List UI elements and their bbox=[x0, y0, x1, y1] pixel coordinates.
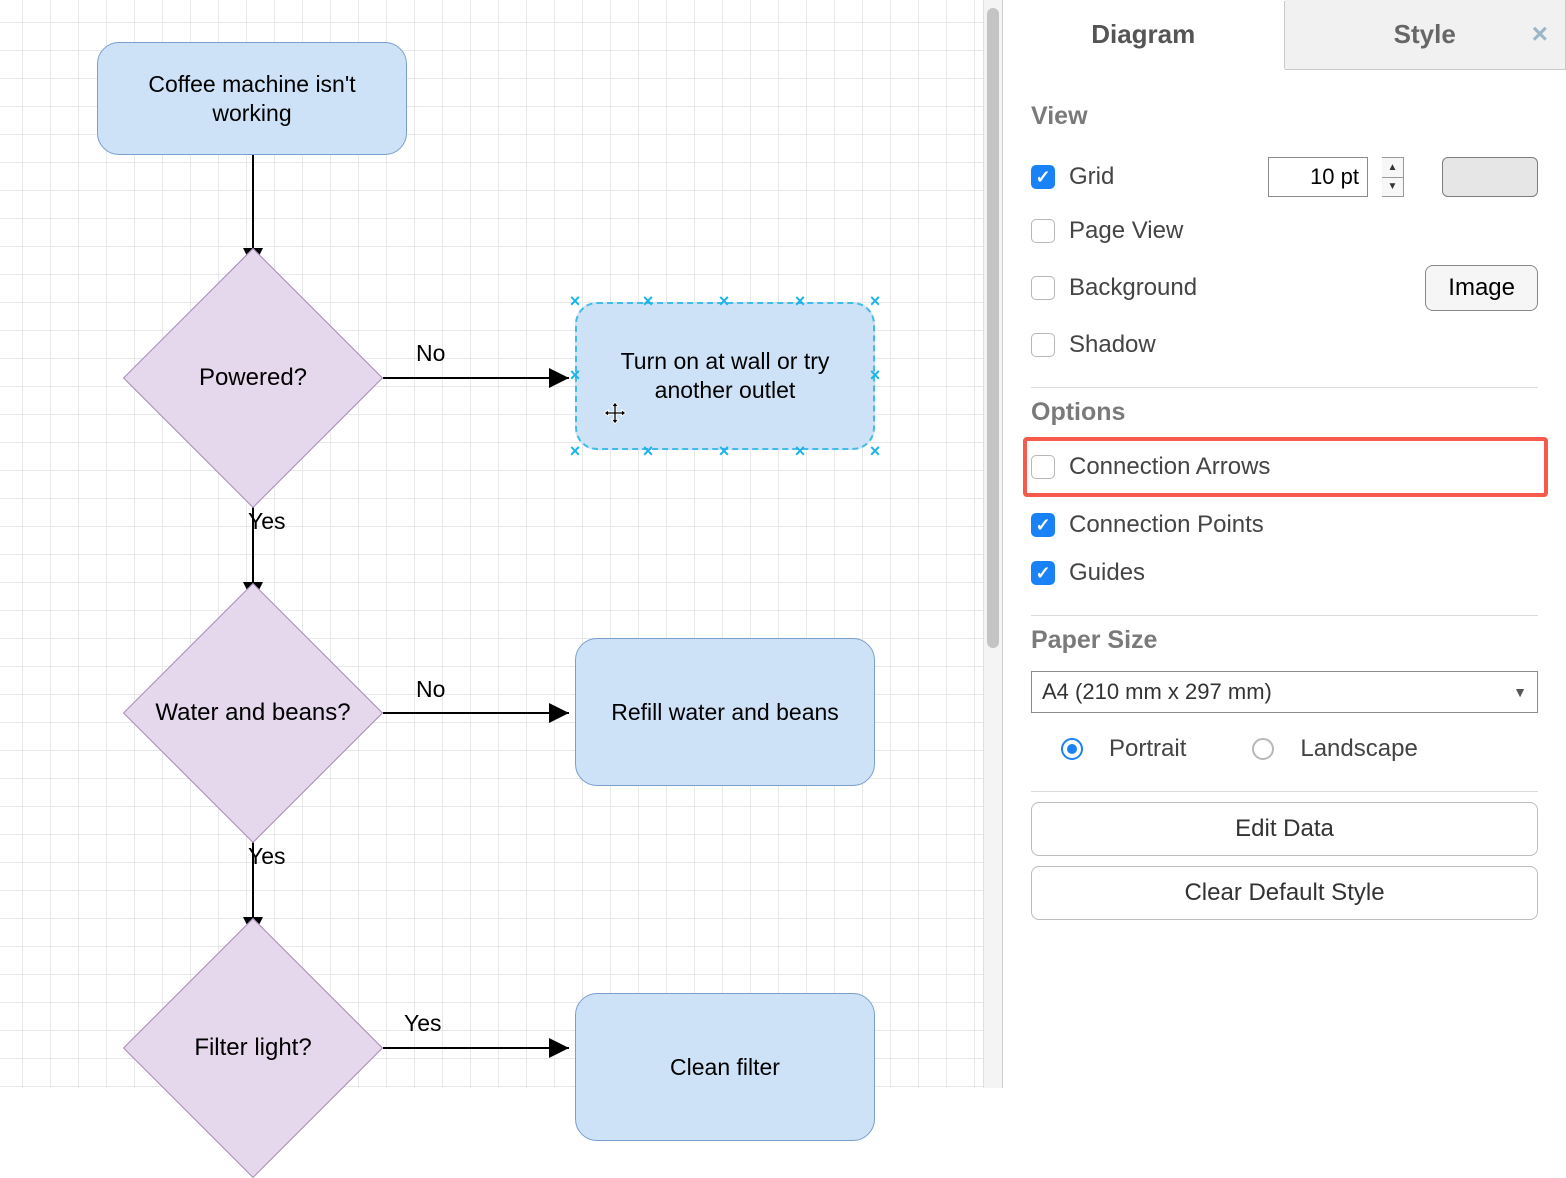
node-refill-label: Refill water and beans bbox=[611, 698, 839, 727]
selection-handle[interactable]: × bbox=[568, 294, 582, 308]
selection-handle[interactable]: × bbox=[568, 444, 582, 458]
label-connection-arrows: Connection Arrows bbox=[1069, 453, 1270, 481]
node-turn-on[interactable]: Turn on at wall or try another outlet bbox=[575, 302, 875, 450]
selection-handle[interactable]: × bbox=[868, 444, 882, 458]
label-shadow: Shadow bbox=[1069, 331, 1156, 359]
node-clean-filter[interactable]: Clean filter bbox=[575, 993, 875, 1141]
edge-label-yes-1: Yes bbox=[248, 508, 286, 535]
radio-portrait[interactable] bbox=[1061, 738, 1083, 760]
panel-tabs: Diagram Style bbox=[1003, 0, 1566, 70]
checkbox-connection-arrows[interactable] bbox=[1031, 455, 1055, 479]
section-options-title: Options bbox=[1031, 398, 1538, 427]
node-refill[interactable]: Refill water and beans bbox=[575, 638, 875, 786]
section-view-title: View bbox=[1031, 102, 1538, 131]
node-water-beans-label: Water and beans? bbox=[155, 698, 350, 728]
scrollbar-thumb[interactable] bbox=[987, 8, 999, 648]
checkbox-page-view[interactable] bbox=[1031, 219, 1055, 243]
format-panel: Diagram Style × View Grid ▲▼ Page View B… bbox=[1002, 0, 1566, 1088]
close-panel-icon[interactable]: × bbox=[1532, 18, 1548, 50]
radio-landscape[interactable] bbox=[1252, 738, 1274, 760]
checkbox-shadow[interactable] bbox=[1031, 333, 1055, 357]
canvas-scrollbar[interactable] bbox=[983, 0, 1002, 1088]
paper-size-select[interactable]: A4 (210 mm x 297 mm) ▼ bbox=[1031, 671, 1538, 713]
node-powered[interactable]: Powered? bbox=[123, 248, 383, 508]
grid-size-input[interactable] bbox=[1268, 157, 1368, 197]
edge-label-yes-2: Yes bbox=[248, 843, 286, 870]
grid-color-swatch[interactable] bbox=[1442, 157, 1538, 197]
selection-handle[interactable]: × bbox=[868, 294, 882, 308]
label-guides: Guides bbox=[1069, 559, 1145, 587]
highlight-connection-arrows: Connection Arrows bbox=[1023, 437, 1548, 497]
background-image-button[interactable]: Image bbox=[1425, 265, 1538, 311]
label-portrait: Portrait bbox=[1109, 735, 1186, 763]
chevron-down-icon: ▼ bbox=[1513, 684, 1527, 700]
label-page-view: Page View bbox=[1069, 217, 1183, 245]
node-start-label: Coffee machine isn't working bbox=[112, 70, 392, 128]
node-filter-light[interactable]: Filter light? bbox=[123, 918, 383, 1178]
section-paper-title: Paper Size bbox=[1031, 626, 1538, 655]
checkbox-grid[interactable] bbox=[1031, 165, 1055, 189]
node-powered-label: Powered? bbox=[199, 363, 307, 393]
tab-style[interactable]: Style bbox=[1285, 0, 1566, 69]
node-turn-on-label: Turn on at wall or try another outlet bbox=[591, 347, 859, 405]
node-water-beans[interactable]: Water and beans? bbox=[123, 583, 383, 843]
label-connection-points: Connection Points bbox=[1069, 511, 1264, 539]
clear-default-style-button[interactable]: Clear Default Style bbox=[1031, 866, 1538, 920]
edge-label-no-1: No bbox=[416, 340, 445, 367]
checkbox-guides[interactable] bbox=[1031, 561, 1055, 585]
edit-data-button[interactable]: Edit Data bbox=[1031, 802, 1538, 856]
diagram-canvas[interactable]: Coffee machine isn't working Powered? No… bbox=[0, 0, 1002, 1088]
tab-diagram[interactable]: Diagram bbox=[1003, 1, 1285, 70]
node-filter-light-label: Filter light? bbox=[194, 1033, 311, 1063]
label-landscape: Landscape bbox=[1300, 735, 1417, 763]
checkbox-connection-points[interactable] bbox=[1031, 513, 1055, 537]
edge-label-yes-3: Yes bbox=[404, 1010, 442, 1037]
grid-size-spinner[interactable]: ▲▼ bbox=[1382, 157, 1404, 197]
checkbox-background[interactable] bbox=[1031, 276, 1055, 300]
node-start[interactable]: Coffee machine isn't working bbox=[97, 42, 407, 155]
label-background: Background bbox=[1069, 274, 1197, 302]
label-grid: Grid bbox=[1069, 163, 1114, 191]
node-clean-filter-label: Clean filter bbox=[670, 1053, 780, 1082]
edge-label-no-2: No bbox=[416, 676, 445, 703]
